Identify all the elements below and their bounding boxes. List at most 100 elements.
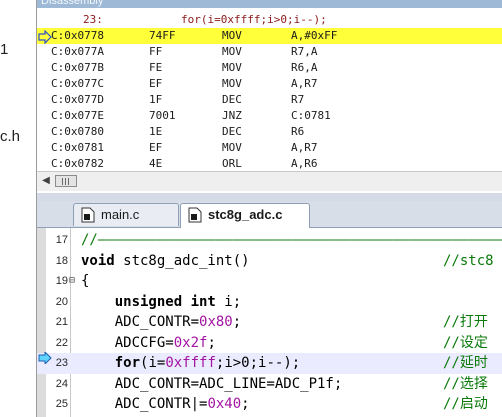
code-line[interactable]: 21 ADC_CONTR=0x80; //打开 — [37, 312, 502, 333]
instruction-opcode: EF — [149, 141, 163, 154]
line-comment: //stc8 — [443, 252, 494, 269]
disassembly-row[interactable]: C:0x0778 74FF MOV A,#0xFF — [37, 28, 502, 44]
fold-toggle-icon[interactable]: ⊟ — [69, 271, 75, 292]
instruction-opcode: 1F — [149, 93, 163, 106]
instruction-operands: A,R7 — [291, 141, 318, 154]
instruction-opcode: 4E — [149, 157, 163, 170]
code-editor[interactable]: 17 //————————————————————————————————————… — [37, 228, 502, 417]
disassembly-source-line: 23: for(i=0xffff;i>0;i--); — [37, 12, 502, 28]
disassembly-row[interactable]: C:0x077E 7001 JNZ C:0781 — [37, 108, 502, 124]
instruction-address: C:0x077E — [51, 109, 104, 122]
line-code: //——————————————————————————————————————… — [81, 232, 502, 248]
line-code: unsigned int i; — [114, 293, 242, 310]
disassembly-listing[interactable]: 23: for(i=0xffff;i>0;i--); C:0x0778 74FF M… — [37, 12, 502, 172]
instruction-mnemonic: ORL — [222, 157, 242, 170]
instruction-mnemonic: MOV — [222, 141, 242, 154]
instruction-opcode: 7001 — [149, 109, 176, 122]
source-line-code: for(i=0xffff;i>0;i--); — [181, 13, 327, 26]
line-comment: //启动 — [443, 396, 488, 412]
code-line[interactable]: 20 unsigned int i; — [37, 292, 502, 313]
instruction-operands: R7,A — [291, 45, 318, 58]
line-code: void stc8g_adc_int() — [81, 252, 250, 269]
line-code: ADC_CONTR=ADC_LINE=ADC_P1f; — [81, 375, 343, 392]
line-code: for(i=0xffff;i>0;i--); — [114, 355, 301, 371]
line-comment: //选择 — [443, 375, 488, 392]
line-number: 19 — [55, 275, 68, 287]
project-item-fragment[interactable]: c.h — [0, 128, 20, 145]
instruction-operands: A,R7 — [291, 77, 318, 90]
code-line[interactable]: 24 ADC_CONTR=ADC_LINE=ADC_P1f; //选择 — [37, 374, 502, 395]
instruction-address: C:0x077B — [51, 61, 104, 74]
code-line[interactable]: 18 void stc8g_adc_int() //stc8 — [37, 251, 502, 272]
tab-label: main.c — [101, 207, 140, 222]
line-code: ADC_CONTR=0x80; — [81, 314, 242, 330]
code-lines[interactable]: 17 //————————————————————————————————————… — [37, 230, 502, 417]
line-code: ADC_CONTR|=0x40; — [81, 396, 250, 412]
code-line[interactable]: 25 ADC_CONTR|=0x40; //启动 — [37, 394, 502, 415]
disassembly-row[interactable]: C:0x0781 EF MOV A,R7 — [37, 140, 502, 156]
line-comment: //延时 — [443, 355, 488, 371]
line-comment: //打开 — [443, 314, 488, 330]
code-line[interactable]: 23 for(i=0xffff;i>0;i--);//延时 — [37, 353, 502, 374]
current-instruction-arrow-icon — [38, 30, 52, 44]
project-panel: 1 c.h — [0, 0, 37, 417]
disassembly-row[interactable]: C:0x0782 4E ORL A,R6 — [37, 156, 502, 172]
instruction-operands: R6 — [291, 125, 305, 138]
line-number: 25 — [55, 398, 68, 410]
instruction-mnemonic: DEC — [222, 93, 242, 106]
line-number: 17 — [55, 234, 68, 246]
disassembly-row[interactable]: C:0x077A FF MOV R7,A — [37, 44, 502, 60]
code-line[interactable]: 22 ADCCFG=0x2f; //设定 — [37, 333, 502, 354]
disassembly-row[interactable]: C:0x0780 1E DEC R6 — [37, 124, 502, 140]
instruction-address: C:0x0780 — [51, 125, 104, 138]
scrollbar-thumb[interactable] — [55, 175, 77, 187]
instruction-mnemonic: MOV — [222, 29, 242, 42]
disassembly-horizontal-scrollbar[interactable]: ◀ — [37, 171, 502, 191]
line-code: ADCCFG=0x2f; — [81, 334, 216, 351]
tab-main-c[interactable]: main.c — [73, 203, 179, 226]
project-item-fragment[interactable]: 1 — [0, 41, 8, 58]
disassembly-window: Disassembly 23: for(i=0xffff;i>0;i--); C… — [37, 0, 502, 193]
disassembly-row[interactable]: C:0x077B FE MOV R6,A — [37, 60, 502, 76]
current-line-arrow-icon — [38, 352, 52, 364]
instruction-address: C:0x0781 — [51, 141, 104, 154]
code-line[interactable]: 17 //————————————————————————————————————… — [37, 230, 502, 251]
instruction-operands: A,R6 — [291, 157, 318, 170]
tab-label: stc8g_adc.c — [208, 207, 283, 222]
instruction-opcode: EF — [149, 77, 163, 90]
scroll-left-icon[interactable]: ◀ — [39, 174, 53, 188]
line-number: 21 — [55, 316, 68, 328]
instruction-opcode: 1E — [149, 125, 163, 138]
instruction-opcode: FF — [149, 45, 163, 58]
pane-splitter[interactable] — [37, 193, 502, 201]
line-number: 18 — [55, 254, 68, 267]
c-file-icon — [188, 207, 202, 223]
instruction-mnemonic: MOV — [222, 77, 242, 90]
disassembly-row[interactable]: C:0x077D 1F DEC R7 — [37, 92, 502, 108]
line-number: 22 — [55, 336, 68, 349]
line-code: { — [81, 273, 90, 289]
instruction-mnemonic: MOV — [222, 61, 242, 74]
instruction-opcode: FE — [149, 61, 163, 74]
instruction-address: C:0x077C — [51, 77, 104, 90]
instruction-operands: A,#0xFF — [291, 29, 338, 42]
code-line[interactable]: 19 ⊟ { — [37, 271, 502, 292]
instruction-mnemonic: MOV — [222, 45, 242, 58]
tab-stc8g-adc-c[interactable]: stc8g_adc.c — [180, 203, 310, 228]
instruction-mnemonic: DEC — [222, 125, 242, 138]
source-line-number: 23: — [83, 13, 103, 26]
line-comment: //设定 — [443, 334, 488, 351]
disassembly-row[interactable]: C:0x077C EF MOV A,R7 — [37, 76, 502, 92]
disassembly-title: Disassembly — [37, 0, 502, 8]
instruction-address: C:0x077D — [51, 93, 104, 106]
editor-tab-bar: main.c stc8g_adc.c — [37, 201, 502, 228]
instruction-operands: C:0781 — [291, 109, 331, 122]
instruction-operands: R7 — [291, 93, 305, 106]
instruction-mnemonic: JNZ — [222, 109, 242, 122]
line-number: 24 — [55, 377, 68, 390]
instruction-address: C:0x077A — [51, 45, 104, 58]
instruction-address: C:0x0782 — [51, 157, 104, 170]
instruction-address: C:0x0778 — [51, 29, 104, 42]
c-file-icon — [81, 207, 95, 223]
line-number: 20 — [55, 295, 68, 308]
